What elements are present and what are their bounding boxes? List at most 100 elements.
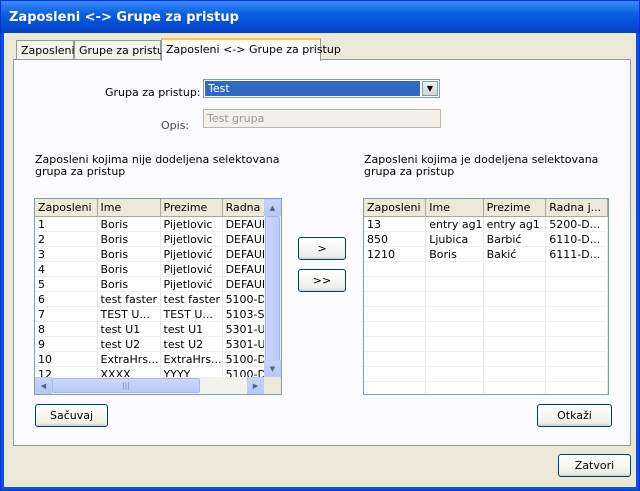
table-cell: 5 (35, 276, 98, 292)
table-cell: Bakić (483, 246, 547, 262)
table-cell: ExtraHrs... (160, 351, 223, 367)
left-grid-body: 1 Boris Pijetlovic DEFAUI 2 Boris Pijetlovic DE… (35, 216, 278, 394)
table-cell (364, 261, 427, 277)
window-frame-left (1, 33, 4, 490)
table-cell: TEST U... (97, 306, 161, 322)
table-cell: 7 (35, 306, 98, 322)
table-cell: 5200-D... (545, 216, 608, 232)
left-horizontal-scrollbar[interactable]: ◀ ||| ▶ (35, 377, 264, 394)
move-all-button[interactable]: >> (298, 269, 346, 292)
table-cell (425, 336, 484, 352)
empty-row (364, 306, 608, 322)
table-row[interactable]: 3 Boris Pijetlović DEFAUI (35, 246, 278, 262)
window-title: Zaposleni <-> Grupe za pristup (1, 1, 639, 33)
table-cell (483, 381, 547, 394)
scrollbar-corner (264, 377, 281, 394)
left-col-header[interactable]: Prezime (160, 199, 223, 217)
table-cell (364, 276, 427, 292)
left-hscroll-thumb[interactable]: ||| (52, 378, 200, 393)
table-cell (425, 366, 484, 382)
table-cell: Boris (97, 276, 161, 292)
group-label: Grupa za pristup: (105, 86, 201, 99)
move-one-button[interactable]: > (298, 237, 346, 260)
table-row[interactable]: 8 test U1 test U1 5301-U. (35, 321, 278, 337)
tab-zaposleni-grupe[interactable]: Zaposleni <-> Grupe za pristup (161, 38, 341, 61)
table-row[interactable]: 4 Boris Pijetlović DEFAUI (35, 261, 278, 277)
table-row[interactable]: 7 TEST U... TEST U... 5103-Se (35, 306, 278, 322)
empty-row (364, 321, 608, 337)
table-cell: 6110-D... (545, 231, 608, 247)
desc-label: Opis: (161, 119, 190, 132)
table-cell: Boris (97, 261, 161, 277)
table-cell (545, 366, 608, 382)
table-cell: test faster (97, 291, 161, 307)
unassigned-employees-grid[interactable]: Zaposleni Ime Prezime Radna j 1 Boris Pije… (34, 198, 282, 395)
cancel-button[interactable]: Otkaži (537, 404, 612, 427)
scroll-up-icon[interactable]: ▲ (264, 199, 281, 216)
table-cell (545, 306, 608, 322)
right-col-header[interactable]: Zaposleni (364, 199, 427, 217)
table-row[interactable]: 850 Ljubica Barbić 6110-D... (364, 231, 608, 247)
table-cell: 6 (35, 291, 98, 307)
table-cell: Pijetlovic (160, 231, 223, 247)
scroll-grip-icon: ||| (121, 381, 131, 390)
window-frame-bottom (1, 487, 639, 490)
table-cell: 3 (35, 246, 98, 262)
table-cell (483, 336, 547, 352)
close-button[interactable]: Zatvori (558, 454, 631, 477)
table-cell: 13 (364, 216, 427, 232)
table-cell (483, 321, 547, 337)
scroll-down-icon[interactable]: ▼ (264, 360, 281, 377)
table-row[interactable]: 1 Boris Pijetlovic DEFAUI (35, 216, 278, 232)
table-cell: entry ag1 (425, 216, 484, 232)
table-row[interactable]: 6 test faster test faster 5100-D... (35, 291, 278, 307)
table-cell (483, 366, 547, 382)
left-vertical-scrollbar[interactable]: ▲ ▼ (264, 199, 281, 377)
table-row[interactable]: 9 test U2 test U2 5301-U. (35, 336, 278, 352)
left-caption-line2: grupa za pristup (35, 165, 126, 178)
table-row[interactable]: 10 ExtraHrs... ExtraHrs... 5100-D. (35, 351, 278, 367)
table-cell: 9 (35, 336, 98, 352)
left-vscroll-thumb[interactable] (265, 216, 280, 364)
empty-row (364, 366, 608, 382)
table-cell (545, 336, 608, 352)
table-cell: 2 (35, 231, 98, 247)
table-cell: TEST U... (160, 306, 223, 322)
tab-zaposleni[interactable]: Zaposleni (16, 40, 75, 60)
table-cell (364, 336, 427, 352)
table-cell (364, 351, 427, 367)
table-row[interactable]: 13 entry ag1 entry ag1 5200-D... (364, 216, 608, 232)
table-cell: Boris (425, 246, 484, 262)
left-col-header[interactable]: Zaposleni (35, 199, 98, 217)
group-select[interactable]: Test ▼ (203, 79, 440, 98)
table-cell: Boris (97, 216, 161, 232)
table-cell (483, 291, 547, 307)
table-cell: Boris (97, 246, 161, 262)
left-col-header[interactable]: Ime (97, 199, 161, 217)
main-window: Zaposleni <-> Grupe za pristup Zaposleni… (0, 0, 640, 491)
desc-field[interactable]: Test grupa (203, 109, 441, 128)
table-row[interactable]: 2 Boris Pijetlovic DEFAUI (35, 231, 278, 247)
table-cell: Boris (97, 231, 161, 247)
table-row[interactable]: 1210 Boris Bakić 6111-D... (364, 246, 608, 262)
scroll-right-icon[interactable]: ▶ (247, 377, 264, 394)
scroll-left-icon[interactable]: ◀ (35, 377, 52, 394)
table-cell (545, 351, 608, 367)
table-cell (483, 306, 547, 322)
save-button[interactable]: Sačuvaj (35, 404, 108, 427)
assigned-employees-grid[interactable]: Zaposleni Ime Prezime Radna j... 13 entry… (363, 198, 609, 395)
table-cell: test faster (160, 291, 223, 307)
right-col-header[interactable]: Prezime (483, 199, 547, 217)
table-row[interactable]: 5 Boris Pijetlović DEFAUI (35, 276, 278, 292)
right-col-header[interactable]: Ime (425, 199, 484, 217)
group-select-value: Test (205, 81, 420, 96)
table-cell: 1210 (364, 246, 427, 262)
tab-grupe-za-pristup[interactable]: Grupe za pristup (74, 40, 171, 60)
empty-row (364, 291, 608, 307)
table-cell: ExtraHrs... (97, 351, 161, 367)
chevron-down-icon[interactable]: ▼ (422, 81, 438, 96)
right-col-header[interactable]: Radna j... (545, 199, 608, 217)
table-cell: entry ag1 (483, 216, 547, 232)
table-cell (364, 291, 427, 307)
table-cell: Pijetlovic (160, 216, 223, 232)
